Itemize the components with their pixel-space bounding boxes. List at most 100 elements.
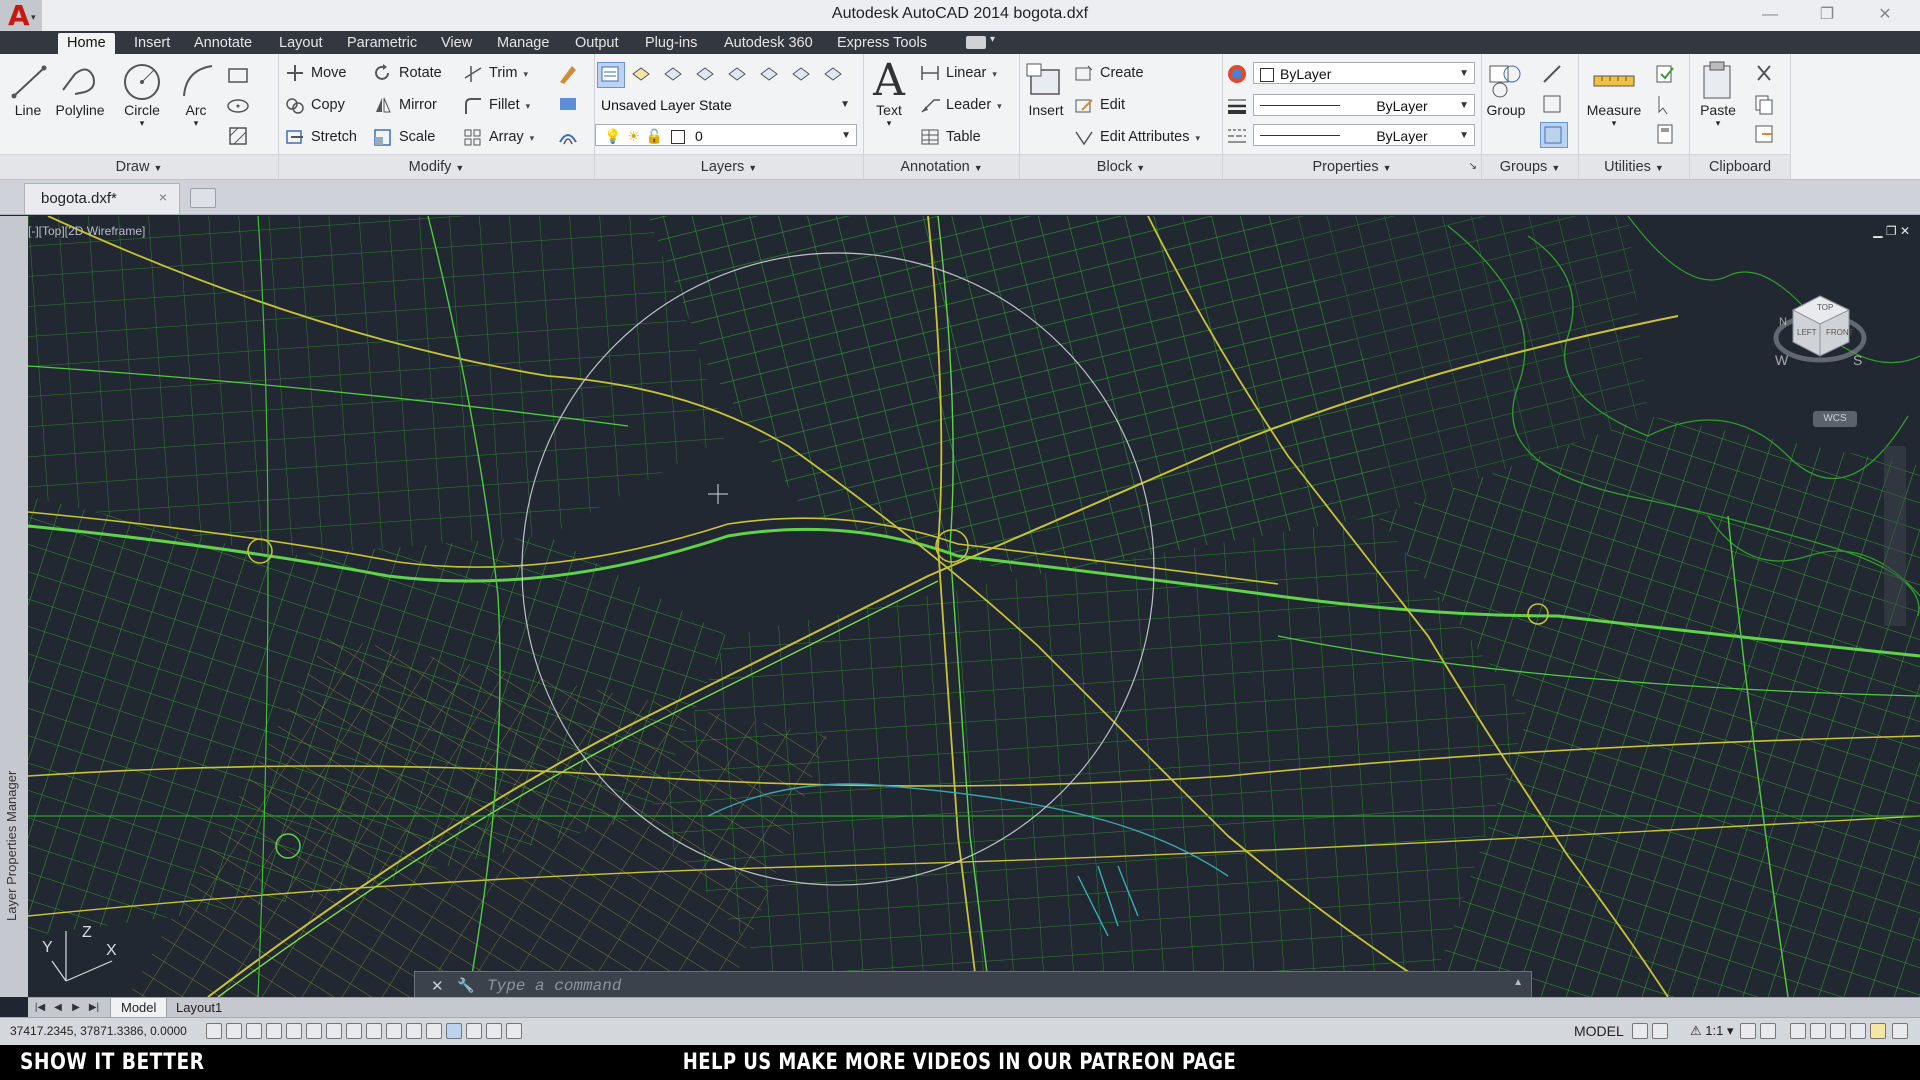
measure-button[interactable]: Measure ▾	[1579, 60, 1649, 129]
viewport-window-controls[interactable]: ▁ ❐ ✕	[1873, 224, 1910, 238]
minimize-icon[interactable]: ▁	[1873, 224, 1882, 238]
make-current-layer-icon[interactable]	[629, 62, 655, 86]
group-edit-icon[interactable]	[1540, 92, 1566, 116]
layer-properties-icon[interactable]	[597, 62, 625, 88]
paste-button[interactable]: Paste ▾	[1694, 60, 1742, 129]
edit-block-button[interactable]: Edit	[1074, 94, 1125, 116]
tab-autodesk-360[interactable]: Autodesk 360	[715, 33, 822, 54]
object-snap-icon[interactable]	[306, 1023, 322, 1039]
tab-output[interactable]: Output	[566, 33, 628, 54]
clean-screen-icon[interactable]	[1892, 1023, 1908, 1039]
lock-ui-icon[interactable]	[1810, 1023, 1826, 1039]
mirror-button[interactable]: Mirror	[373, 94, 437, 116]
last-tab-icon[interactable]: ▶|	[86, 1000, 102, 1015]
linear-dimension-button[interactable]: Linear ▾	[920, 62, 997, 84]
wrench-icon[interactable]: 🔧	[457, 977, 474, 994]
next-tab-icon[interactable]: ▶	[68, 1000, 84, 1015]
previous-tab-icon[interactable]: ◀	[50, 1000, 66, 1015]
layer-state-dropdown[interactable]: Unsaved Layer State ▼	[595, 94, 855, 116]
tab-layout[interactable]: Layout	[270, 33, 332, 54]
layer-previous-icon[interactable]	[693, 62, 719, 86]
minimize-icon[interactable]: —	[1755, 4, 1785, 26]
draw-panel-title[interactable]: Draw ▼	[0, 154, 278, 179]
drawing-area[interactable]: X Y Z TOP LEFT FRONT N W S WCS	[28, 216, 1920, 997]
infer-constraints-icon[interactable]	[206, 1023, 222, 1039]
transparency-icon[interactable]	[426, 1023, 442, 1039]
arc-button[interactable]: Arc ▾	[174, 60, 218, 129]
calculator-icon[interactable]	[1653, 122, 1679, 146]
ungroup-icon[interactable]	[1540, 62, 1566, 86]
leader-button[interactable]: Leader ▾	[920, 94, 1002, 116]
tab-view[interactable]: View	[432, 33, 481, 54]
edit-attributes-button[interactable]: Edit Attributes ▾	[1074, 126, 1200, 148]
polar-tracking-icon[interactable]	[286, 1023, 302, 1039]
ortho-mode-icon[interactable]	[266, 1023, 282, 1039]
fillet-button[interactable]: Fillet ▾	[463, 94, 530, 116]
trim-button[interactable]: Trim ▾	[463, 62, 528, 84]
linetype-dropdown[interactable]: ByLayer ▼	[1253, 124, 1475, 146]
annotation-monitor-icon[interactable]	[486, 1023, 502, 1039]
tab-manage[interactable]: Manage	[488, 33, 558, 54]
layer-off-icon[interactable]	[821, 62, 847, 86]
copy-button[interactable]: Copy	[285, 94, 345, 116]
lineweight-dropdown[interactable]: ByLayer ▼	[1253, 94, 1475, 116]
tab-express-tools[interactable]: Express Tools	[828, 33, 936, 54]
tab-model[interactable]: Model	[110, 998, 168, 1019]
3d-object-snap-icon[interactable]	[326, 1023, 342, 1039]
offset-icon[interactable]	[556, 124, 582, 148]
selection-cycling-icon[interactable]	[466, 1023, 482, 1039]
ellipse-icon[interactable]	[226, 94, 252, 118]
group-selection-icon[interactable]	[1540, 122, 1568, 148]
auto-scale-icon[interactable]	[1760, 1023, 1776, 1039]
tab-parametric[interactable]: Parametric	[338, 33, 426, 54]
command-input[interactable]: Type a command	[487, 977, 621, 995]
grid-display-icon[interactable]	[246, 1023, 262, 1039]
properties-panel-title[interactable]: Properties ▼ ↘	[1223, 154, 1481, 179]
line-button[interactable]: Line	[6, 60, 50, 118]
block-panel-title[interactable]: Block ▼	[1020, 154, 1222, 179]
quick-view-drawings-icon[interactable]	[1652, 1023, 1668, 1039]
first-tab-icon[interactable]: |◀	[32, 1000, 48, 1015]
scale-button[interactable]: Scale	[373, 126, 435, 148]
close-tab-icon[interactable]: ×	[159, 189, 167, 205]
modify-panel-title[interactable]: Modify ▼	[279, 154, 594, 179]
copy-clip-icon[interactable]	[1752, 92, 1778, 116]
workspace-switching-icon[interactable]	[1790, 1023, 1806, 1039]
utilities-panel-title[interactable]: Utilities ▼	[1579, 154, 1689, 179]
layers-panel-title[interactable]: Layers ▼	[595, 154, 863, 179]
tab-plug-ins[interactable]: Plug-ins	[636, 33, 706, 54]
insert-button[interactable]: Insert	[1024, 60, 1068, 118]
minimize-ribbon-icon[interactable]	[966, 36, 986, 49]
quick-properties-icon[interactable]	[446, 1023, 462, 1039]
tab-layout1[interactable]: Layout1	[166, 998, 232, 1018]
explode-icon[interactable]	[556, 92, 582, 116]
annotation-visibility-icon[interactable]	[1740, 1023, 1756, 1039]
layer-properties-palette-strip[interactable]: Layer Properties Manager	[0, 216, 29, 997]
layer-isolate-icon[interactable]	[725, 62, 751, 86]
selection-filter-icon[interactable]	[506, 1023, 522, 1039]
group-button[interactable]: Group	[1484, 60, 1528, 118]
table-button[interactable]: Table	[920, 126, 981, 148]
viewport-controls-label[interactable]: [-][Top][2D Wireframe]	[28, 224, 145, 238]
viewcube[interactable]: TOP LEFT FRONT N W S	[1773, 286, 1868, 371]
match-clip-icon[interactable]	[1752, 122, 1778, 146]
lineweight-display-icon[interactable]	[406, 1023, 422, 1039]
create-block-button[interactable]: Create	[1074, 62, 1144, 84]
cut-icon[interactable]	[1752, 62, 1778, 86]
tab-insert[interactable]: Insert	[125, 33, 179, 54]
dynamic-input-icon[interactable]	[386, 1023, 402, 1039]
annotation-scale[interactable]: ⚠ 1:1 ▾	[1690, 1023, 1734, 1039]
layer-freeze-icon[interactable]	[789, 62, 815, 86]
restore-icon[interactable]: ❐	[1886, 224, 1897, 238]
close-command-line-icon[interactable]: ✕	[431, 977, 444, 995]
color-dropdown[interactable]: ByLayer ▼	[1253, 62, 1475, 84]
new-tab-button[interactable]	[190, 188, 216, 208]
rotate-button[interactable]: Rotate	[373, 62, 442, 84]
close-icon[interactable]: ✕	[1870, 4, 1900, 26]
close-icon[interactable]: ✕	[1900, 224, 1910, 238]
erase-icon[interactable]	[556, 62, 582, 86]
coordinates-readout[interactable]: 37417.2345, 37871.3386, 0.0000	[10, 1024, 187, 1038]
array-button[interactable]: Array ▾	[463, 126, 534, 148]
hatch-icon[interactable]	[226, 124, 252, 148]
layer-dropdown[interactable]: 💡 ☀ 🔓 0 ▼	[595, 124, 857, 146]
